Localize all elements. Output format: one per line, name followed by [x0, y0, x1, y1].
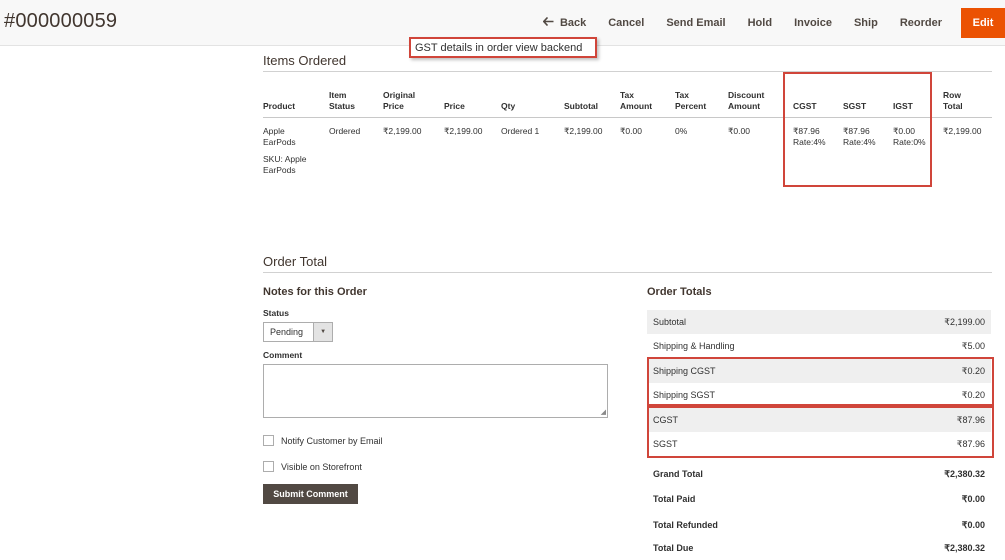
- back-label: Back: [559, 17, 587, 29]
- totals-row-label: Total Paid: [653, 494, 696, 504]
- submit-comment-button[interactable]: Submit Comment: [263, 484, 358, 504]
- row-total-value: ₹2,199.00: [943, 126, 982, 136]
- tax-percent-value: 0%: [675, 126, 688, 136]
- col-item-status-1: Item: [329, 90, 347, 100]
- comment-textarea[interactable]: ◢: [263, 364, 608, 418]
- section-divider: [263, 272, 992, 273]
- totals-row-value: ₹5.00: [961, 340, 985, 351]
- col-qty: Qty: [501, 101, 516, 111]
- ship-button[interactable]: Ship: [843, 17, 889, 29]
- col-discount-amount-1: Discount: [728, 90, 765, 100]
- totals-row-label: Total Refunded: [653, 520, 718, 530]
- col-discount-amount-2: Amount: [728, 101, 761, 111]
- discount-amount-value: ₹0.00: [728, 126, 750, 136]
- page-title: #000000059: [4, 10, 118, 32]
- product-name-2: EarPods: [263, 137, 296, 147]
- notify-customer-checkbox[interactable]: [263, 435, 274, 446]
- shipping-gst-highlight: [647, 357, 994, 406]
- item-status-value: Ordered: [329, 126, 361, 136]
- product-name-1: Apple: [263, 126, 285, 136]
- totals-row: Grand Total ₹2,380.32: [647, 462, 991, 486]
- status-select[interactable]: Pending ▼: [263, 322, 333, 342]
- col-original-price-1: Original: [383, 90, 416, 100]
- cancel-button[interactable]: Cancel: [597, 17, 655, 29]
- qty-value: Ordered 1: [501, 126, 540, 136]
- totals-row: Total Paid ₹0.00: [647, 487, 991, 511]
- col-tax-amount-1: Tax: [620, 90, 635, 100]
- annotation-callout: GST details in order view backend: [409, 37, 597, 58]
- price-value: ₹2,199.00: [444, 126, 483, 136]
- col-subtotal: Subtotal: [564, 101, 598, 111]
- col-row-total-2: Total: [943, 101, 963, 111]
- hold-button[interactable]: Hold: [737, 17, 783, 29]
- notify-customer-row[interactable]: Notify Customer by Email: [263, 435, 383, 446]
- col-item-status-2: Status: [329, 101, 355, 111]
- product-sku-2: EarPods: [263, 165, 296, 175]
- totals-row-label: Shipping & Handling: [653, 341, 735, 351]
- send-email-button[interactable]: Send Email: [655, 17, 736, 29]
- col-price: Price: [444, 101, 465, 111]
- totals-row-value: ₹2,380.32: [944, 542, 985, 553]
- totals-row-value: ₹0.00: [961, 519, 985, 530]
- col-product: Product: [263, 101, 296, 111]
- totals-row-value: ₹2,199.00: [944, 316, 985, 327]
- visible-storefront-label: Visible on Storefront: [281, 461, 362, 472]
- totals-row: Total Due ₹2,380.32: [647, 536, 991, 560]
- totals-row: Shipping & Handling ₹5.00: [647, 334, 991, 358]
- totals-row-label: Grand Total: [653, 469, 703, 479]
- product-sku-1: SKU: Apple: [263, 154, 307, 164]
- status-label: Status: [263, 308, 289, 318]
- gst-columns-highlight: [783, 72, 932, 187]
- col-tax-percent-2: Percent: [675, 101, 707, 111]
- arrow-left-icon: [542, 16, 554, 29]
- gst-totals-highlight: [647, 406, 994, 458]
- visible-storefront-row[interactable]: Visible on Storefront: [263, 461, 362, 472]
- col-tax-percent-1: Tax: [675, 90, 690, 100]
- totals-row-value: ₹0.00: [961, 493, 985, 504]
- original-price-value: ₹2,199.00: [383, 126, 422, 136]
- col-tax-amount-2: Amount: [620, 101, 653, 111]
- edit-button[interactable]: Edit: [961, 8, 1005, 38]
- reorder-button[interactable]: Reorder: [889, 17, 953, 29]
- totals-row-value: ₹2,380.32: [944, 468, 985, 479]
- totals-row-label: Subtotal: [653, 317, 687, 327]
- notify-customer-label: Notify Customer by Email: [281, 435, 383, 446]
- visible-storefront-checkbox[interactable]: [263, 461, 274, 472]
- items-ordered-title: Items Ordered: [263, 53, 347, 68]
- col-original-price-2: Price: [383, 101, 404, 111]
- chevron-down-icon: ▼: [313, 323, 332, 341]
- status-select-value: Pending: [270, 327, 304, 337]
- back-button[interactable]: Back: [532, 16, 597, 29]
- totals-row: Subtotal ₹2,199.00: [647, 310, 991, 334]
- totals-row: Total Refunded ₹0.00: [647, 513, 991, 537]
- invoice-button[interactable]: Invoice: [783, 17, 843, 29]
- notes-title: Notes for this Order: [263, 286, 367, 298]
- order-totals-title: Order Totals: [647, 286, 712, 298]
- comment-label: Comment: [263, 350, 303, 360]
- col-row-total-1: Row: [943, 90, 961, 100]
- totals-row-label: Total Due: [653, 543, 694, 553]
- tax-amount-value: ₹0.00: [620, 126, 642, 136]
- page-actions: Back Cancel Send Email Hold Invoice Ship…: [532, 0, 1005, 46]
- subtotal-value: ₹2,199.00: [564, 126, 603, 136]
- order-total-title: Order Total: [263, 254, 328, 269]
- resize-grip-icon[interactable]: ◢: [601, 409, 606, 416]
